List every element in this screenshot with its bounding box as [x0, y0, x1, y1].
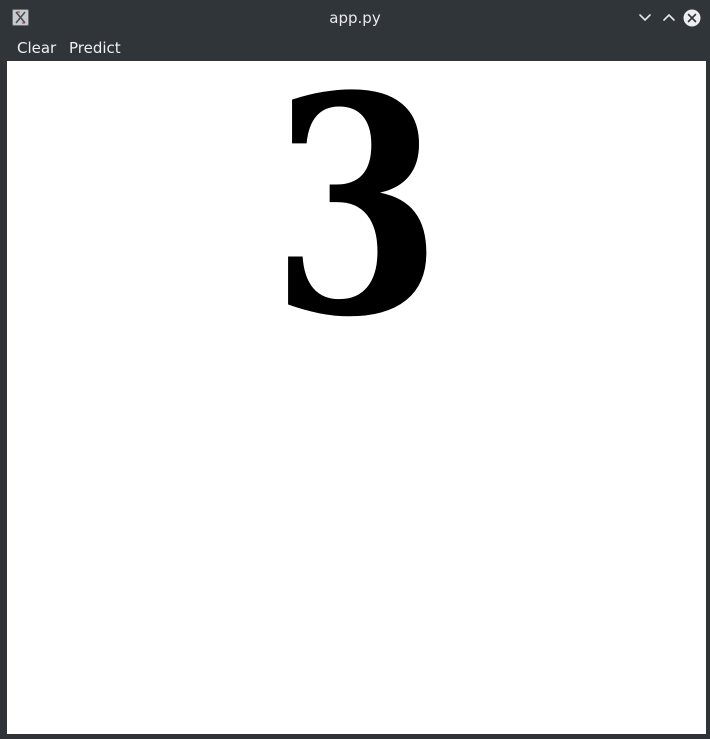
chevron-down-icon[interactable] — [636, 9, 654, 27]
predict-menu-item[interactable]: Predict — [69, 39, 121, 57]
chevron-up-icon[interactable] — [660, 9, 678, 27]
drawn-digit: 3 — [270, 30, 443, 383]
clear-menu-item[interactable]: Clear — [17, 39, 56, 57]
close-circle-icon[interactable] — [683, 9, 701, 27]
drawing-canvas[interactable]: 3 — [7, 30, 706, 734]
app-window: app.py Clear Predict 3 — [0, 0, 710, 739]
window-title: app.py — [329, 9, 381, 27]
